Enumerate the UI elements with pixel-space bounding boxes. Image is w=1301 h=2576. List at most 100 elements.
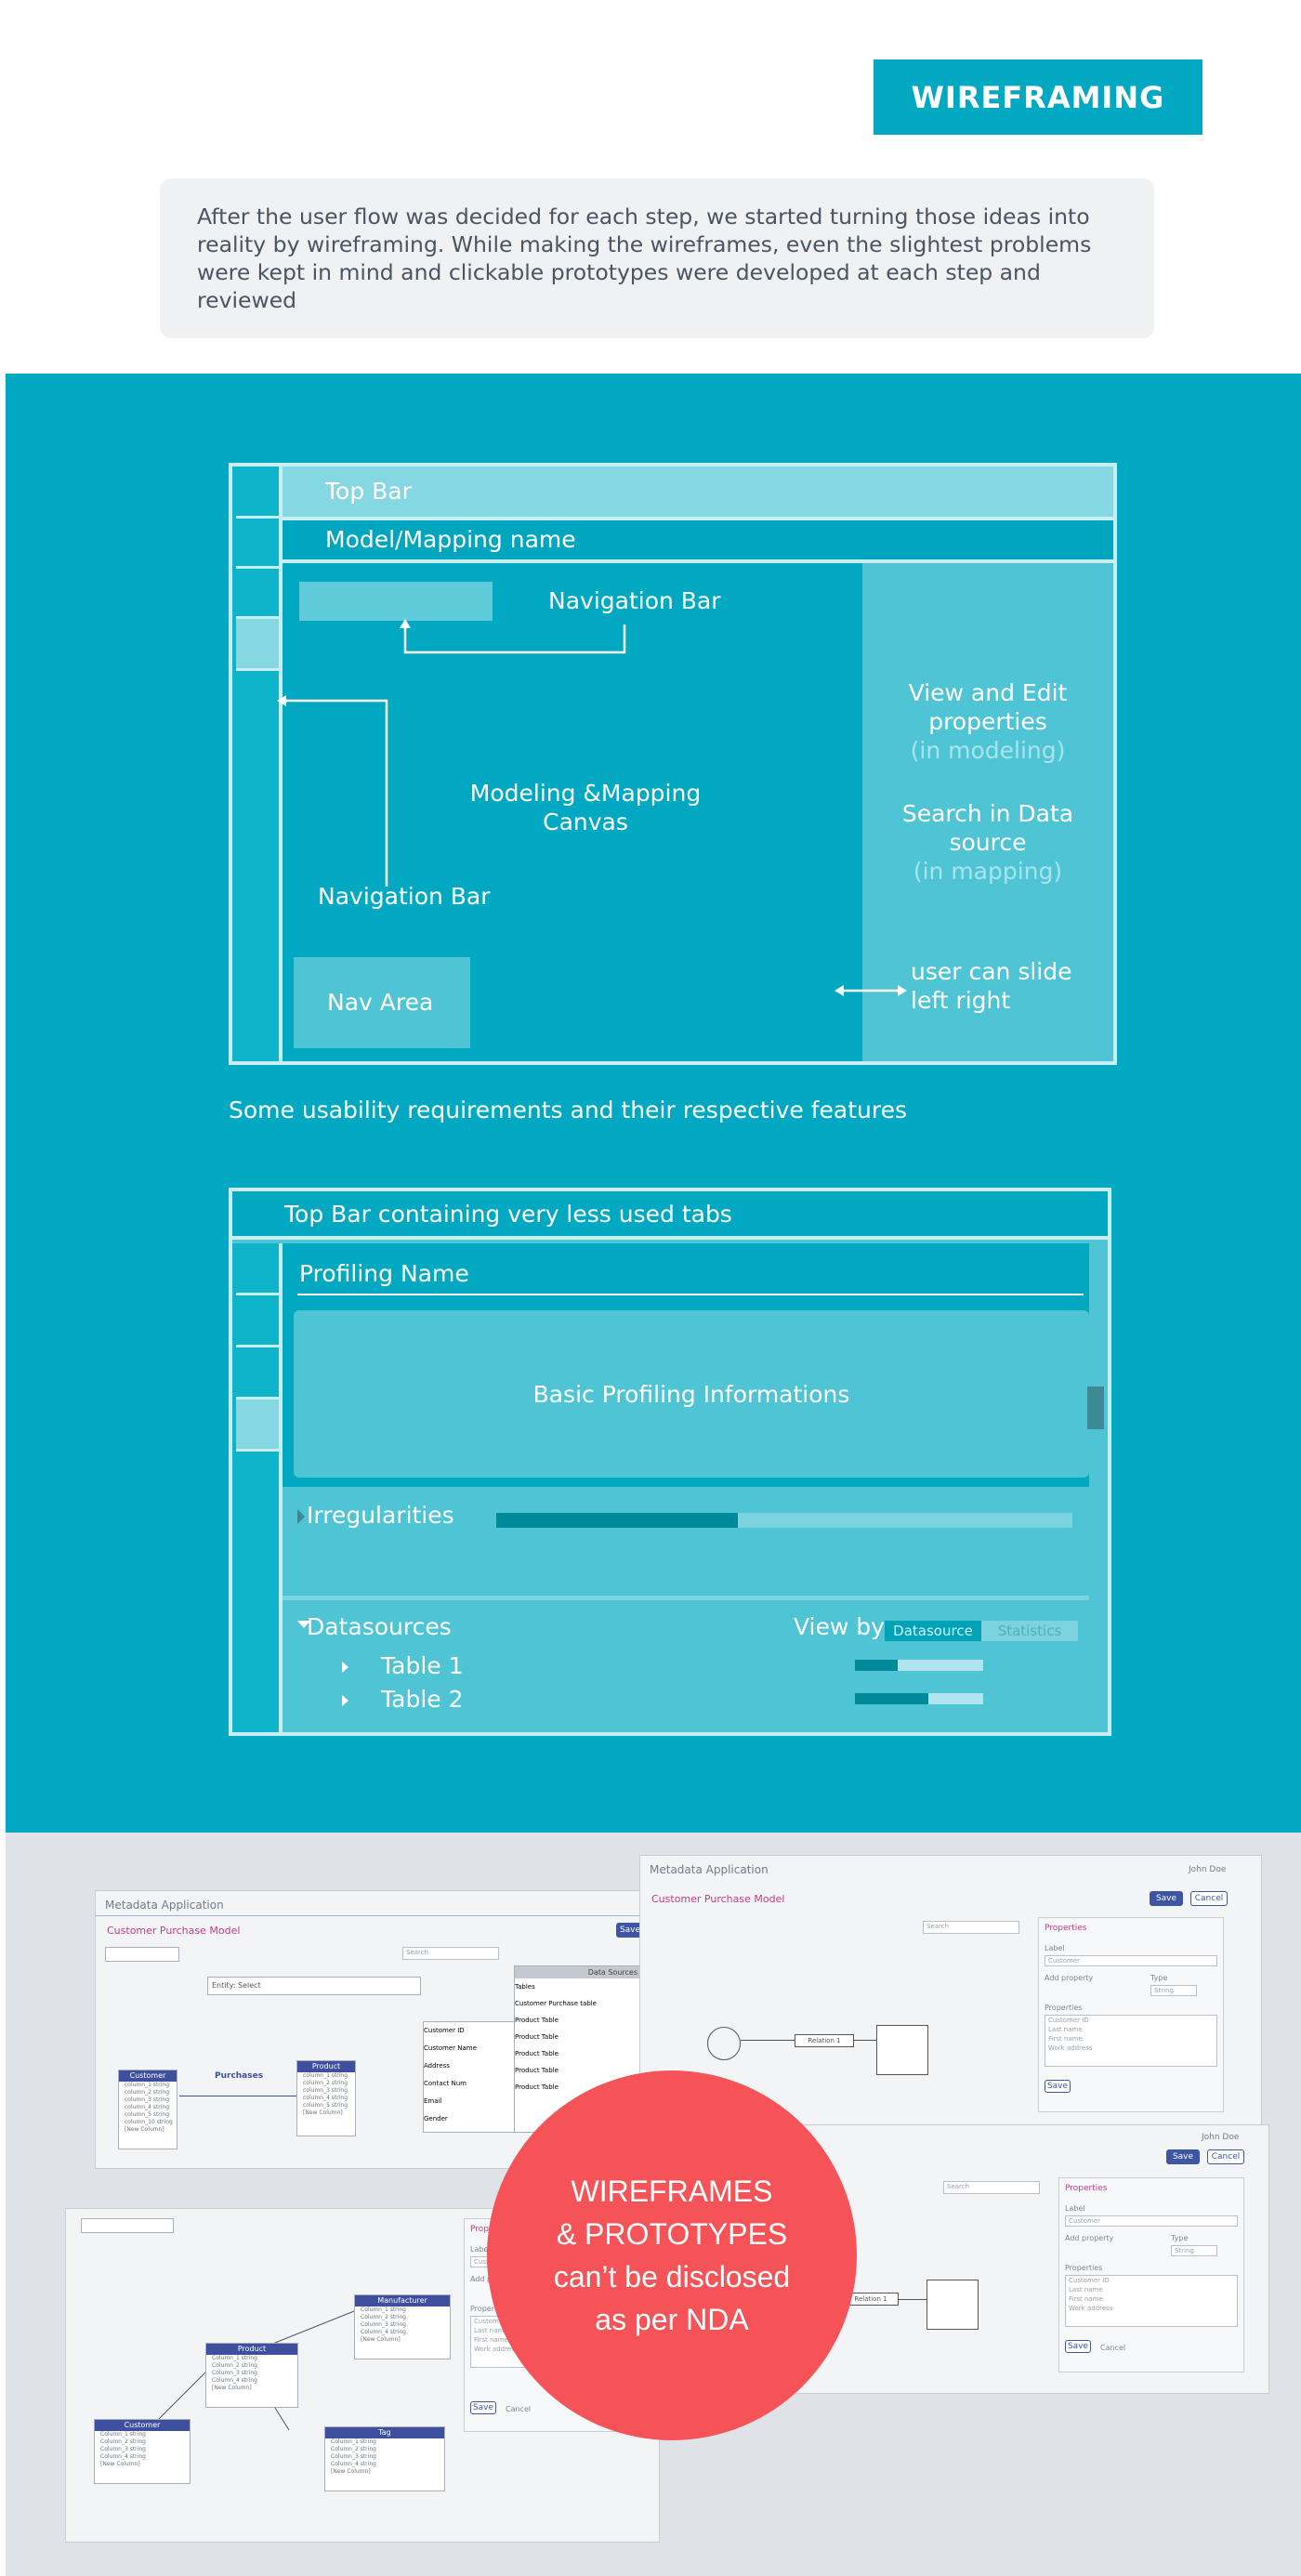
dropdown-item[interactable]: Gender — [424, 2110, 520, 2128]
nda-notice: WIREFRAMES & PROTOTYPES can’t be disclos… — [487, 2070, 857, 2440]
type-label: Type — [1150, 1974, 1168, 1982]
new-column[interactable]: [New Column] — [95, 2461, 190, 2468]
entity-name: Customer — [95, 2420, 190, 2431]
type-label: Type — [1171, 2234, 1189, 2242]
property-item[interactable]: Work address — [1069, 2304, 1237, 2313]
label-label: Label — [1045, 1944, 1065, 1952]
entity-row: Column_1 string — [331, 2438, 376, 2445]
nda-line2: & PROTOTYPES — [556, 2217, 788, 2251]
dropdown-item[interactable]: Contact Num — [424, 2075, 520, 2093]
target-node[interactable] — [876, 2025, 928, 2075]
expand-arrow-icon[interactable] — [297, 1509, 305, 1524]
entity-row: Column_2 string — [361, 2314, 406, 2320]
search-input[interactable]: Search — [923, 1921, 1019, 1934]
property-item[interactable]: Last name — [1048, 2025, 1216, 2034]
label-field[interactable]: Customer — [1065, 2215, 1238, 2227]
scrollbar[interactable] — [1089, 1243, 1108, 1732]
target-node[interactable] — [926, 2280, 979, 2330]
property-item[interactable]: Customer ID — [1048, 2016, 1216, 2025]
relation-label: Purchases — [215, 2071, 264, 2081]
table2-expand-icon[interactable] — [342, 1695, 348, 1706]
section-badge: WIREFRAMING — [874, 59, 1202, 135]
dropdown-item[interactable]: Customer Name — [424, 2040, 520, 2057]
entity-row: column_3 string — [125, 2096, 170, 2103]
entity-table[interactable]: Product column_1 string column_2 string … — [296, 2060, 356, 2136]
entity-row: column_2 string — [303, 2080, 348, 2086]
icon-strip — [232, 1243, 283, 1732]
toggle-statistics[interactable]: Statistics — [981, 1621, 1078, 1641]
new-column[interactable]: [New Column] — [206, 2385, 297, 2392]
model-name: Customer Purchase Model — [107, 1925, 241, 1937]
ds-item[interactable]: Product Table — [515, 2012, 643, 2029]
type-field[interactable]: String — [1150, 1985, 1197, 1996]
property-item[interactable]: First name — [1048, 2034, 1216, 2044]
property-item[interactable]: Last name — [1069, 2285, 1237, 2294]
save-button[interactable]: Save — [1045, 2080, 1071, 2093]
entity-select[interactable]: Select — [238, 1981, 261, 1990]
entity-row: column_4 string — [125, 2104, 170, 2110]
tables-label: Tables — [515, 1983, 535, 1991]
app-title: Metadata Application — [650, 1863, 769, 1876]
entity-row: Column_4 string — [100, 2453, 146, 2460]
entity-table[interactable]: Tag Column_1 string Column_2 string Colu… — [324, 2426, 445, 2491]
cancel-link[interactable]: Cancel — [1100, 2344, 1125, 2352]
cancel-button[interactable]: Cancel — [1190, 1891, 1228, 1906]
entity-row: column_3 string — [303, 2087, 348, 2094]
property-item[interactable]: First name — [1069, 2294, 1237, 2304]
new-column[interactable]: [New Column] — [119, 2126, 177, 2134]
search-input[interactable]: Search — [943, 2181, 1040, 2194]
top-bar-label: Top Bar containing very less used tabs — [284, 1201, 732, 1228]
dropdown-item[interactable]: Email — [424, 2093, 520, 2110]
entity-table[interactable]: Product Column_1 string Column_2 string … — [205, 2343, 298, 2408]
entity-row: column_5 string — [125, 2111, 170, 2118]
label-label: Label — [1065, 2204, 1085, 2213]
properties-panel: Properties Label Customer Add property T… — [1058, 2177, 1244, 2372]
dropdown-item[interactable]: Address — [424, 2057, 520, 2075]
ds-item[interactable]: Product Table — [515, 2029, 643, 2045]
toggle-datasource[interactable]: Datasource — [885, 1621, 981, 1641]
property-item[interactable]: Customer ID — [1069, 2276, 1237, 2285]
entity-name: Tag — [325, 2427, 444, 2438]
field-dropdown[interactable]: Customer ID Customer Name Address Contac… — [423, 2021, 521, 2133]
entity-table[interactable]: Customer Column_1 string Column_2 string… — [94, 2419, 191, 2484]
save-button[interactable]: Save — [1065, 2340, 1091, 2353]
entity-table[interactable]: Manufacturer Column_1 string Column_2 st… — [354, 2294, 451, 2359]
new-column[interactable]: [New Column] — [297, 2109, 355, 2117]
ds-item[interactable]: Product Table — [515, 2045, 643, 2062]
add-property-label: Add property — [1065, 2234, 1114, 2242]
entity-node[interactable] — [707, 2027, 741, 2060]
entity-name: Manufacturer — [355, 2295, 450, 2307]
entity-table[interactable]: Customer column_1 string column_2 string… — [118, 2070, 177, 2149]
search-input[interactable]: Search — [402, 1947, 499, 1960]
table1-expand-icon[interactable] — [342, 1662, 348, 1673]
save-button[interactable]: Save — [1166, 2149, 1200, 2164]
save-button[interactable]: Save — [1150, 1891, 1183, 1906]
dropdown-item[interactable]: Customer ID — [424, 2022, 520, 2040]
entity-filter[interactable]: Entity: Select — [207, 1977, 421, 1995]
entity-row: column_1 string — [303, 2072, 348, 2079]
irregularities-panel: Irregularities — [283, 1487, 1108, 1600]
cancel-link[interactable]: Cancel — [506, 2405, 531, 2413]
user-name[interactable]: John Doe — [1189, 1865, 1226, 1874]
user-name[interactable]: John Doe — [1202, 2133, 1239, 2142]
table1-bar-fill — [855, 1660, 898, 1671]
wireframe-modeling-layout: Top Bar Model/Mapping name View and Edit… — [229, 463, 1117, 1065]
properties-title: Properties — [1065, 2184, 1108, 2193]
entity-name: Product — [297, 2061, 355, 2072]
property-item[interactable]: Work address — [1048, 2044, 1216, 2053]
label-field[interactable]: Customer — [1045, 1955, 1217, 1966]
entity-row: Column_3 string — [100, 2446, 146, 2452]
new-column[interactable]: [New Column] — [325, 2468, 444, 2476]
cancel-button[interactable]: Cancel — [1207, 2149, 1244, 2164]
prototype-section: Metadata Application Customer Purchase M… — [6, 1833, 1301, 2576]
profiling-name: Profiling Name — [299, 1260, 469, 1287]
save-button[interactable]: Save — [470, 2401, 496, 2414]
irregularities-bar — [496, 1513, 1072, 1528]
entity-row: Column_1 string — [361, 2307, 406, 2313]
new-column[interactable]: [New Column] — [355, 2336, 450, 2344]
entity-row: column_10 string — [125, 2119, 173, 2125]
relation-node[interactable]: Relation 1 — [795, 2034, 854, 2047]
ds-item[interactable]: Customer Purchase table — [515, 1995, 643, 2012]
scrollbar-thumb[interactable] — [1087, 1387, 1104, 1429]
type-field[interactable]: String — [1171, 2245, 1217, 2256]
